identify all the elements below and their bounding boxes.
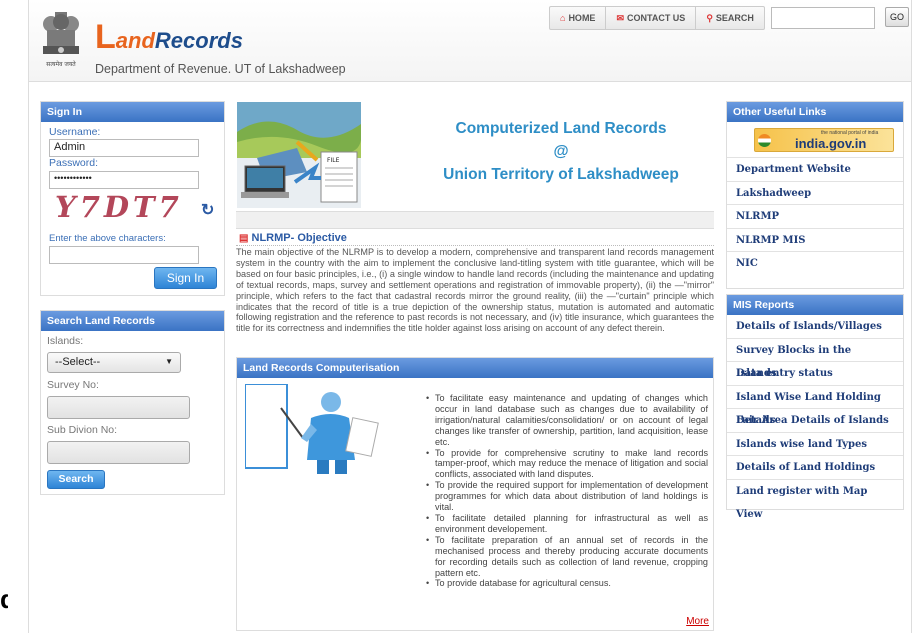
list-item: To facilitate preparation of an annual s… [426,535,708,579]
list-item: To provide database for agricultural cen… [426,578,708,589]
search-icon: ⚲ [706,12,713,23]
divider-bar [236,211,714,229]
link-department-website[interactable]: Department Website [727,158,903,182]
username-field[interactable]: Admin [49,139,199,157]
list-item: To facilitate easy maintenance and updat… [426,393,708,448]
banner-line-3: Union Territory of Lakshadweep [443,166,679,183]
nav-contact-us[interactable]: ✉ CONTACT US [606,7,697,29]
nav-home[interactable]: ⌂ HOME [550,7,607,29]
sign-in-panel: Sign In Username: Admin Password: ••••••… [40,101,225,296]
computerisation-panel: Land Records Computerisation To facilita… [236,357,714,631]
password-label: Password: [49,157,99,169]
mis-fair-area-details[interactable]: Fair Area Details of Islands [727,409,903,433]
department-name: Department of Revenue. UT of Lakshadweep [95,62,346,76]
banner-title: Computerized Land Records @ Union Territ… [411,117,711,186]
mis-data-entry-status[interactable]: Data entry status [727,362,903,386]
survey-no-field[interactable] [47,396,190,419]
flag-icon [758,134,771,147]
islands-select[interactable]: --Select-- ▼ [47,352,181,373]
mis-details-of-islands[interactable]: Details of Islands/Villages [727,315,903,339]
link-lakshadweep[interactable]: Lakshadweep [727,182,903,205]
useful-links-panel: Other Useful Links the national portal o… [726,101,904,289]
home-icon: ⌂ [560,13,566,23]
mail-icon: ✉ [616,12,624,23]
india-portal-banner[interactable]: the national portal of india india.gov.i… [727,122,903,158]
useful-links-title: Other Useful Links [727,102,903,122]
go-button[interactable]: GO [885,7,909,27]
header: सत्यमेव जयते LandRecords Department of R… [29,0,911,82]
mis-details-of-land-holdings[interactable]: Details of Land Holdings [727,456,903,480]
captcha-prompt: Enter the above characters: [49,233,166,244]
captcha-image: Y7DT7 [55,190,183,224]
search-records-panel: Search Land Records Islands: --Select-- … [40,310,225,495]
computerisation-list: To facilitate easy maintenance and updat… [426,393,708,589]
sign-in-button[interactable]: Sign In [154,267,217,289]
page: सत्यमेव जयते LandRecords Department of R… [28,0,912,633]
link-nlrmp-mis[interactable]: NLRMP MIS [727,229,903,252]
banner: FILE Computerized Land Records @ Union T… [236,101,714,213]
illustration-file-label: FILE [327,157,340,164]
mis-reports-panel: MIS Reports Details of Islands/Villages … [726,294,904,521]
sub-division-field[interactable] [47,441,190,464]
list-item: To provide for comprehensive scrutiny to… [426,448,708,481]
more-link[interactable]: More [686,616,709,627]
search-button[interactable]: Search [47,470,105,489]
emblem-caption: सत्यमेव जयते [46,60,76,68]
list-item: To facilitate detailed planning for infr… [426,513,708,535]
mis-survey-blocks[interactable]: Survey Blocks in the Islands [727,339,903,379]
sign-in-title: Sign In [41,102,224,122]
password-field[interactable]: •••••••••••• [49,171,199,189]
nav-search[interactable]: ⚲ SEARCH [696,7,764,29]
link-nlrmp[interactable]: NLRMP [727,205,903,229]
objective-title: ▤ NLRMP- Objective [239,232,347,244]
mis-land-types[interactable]: Islands wise land Types [727,433,903,456]
islands-label: Islands: [47,335,84,347]
header-search-input[interactable] [771,7,875,29]
chevron-down-icon: ▼ [165,357,173,366]
mis-land-holding-details[interactable]: Island Wise Land Holding Details [727,386,903,426]
search-records-title: Search Land Records [41,311,224,331]
captcha-field[interactable] [49,246,199,264]
site-logo[interactable]: LandRecords [95,18,243,57]
top-nav: ⌂ HOME ✉ CONTACT US ⚲ SEARCH [549,6,765,30]
land-records-illustration: FILE [237,102,361,208]
username-label: Username: [49,126,101,138]
banner-line-2: @ [553,143,569,160]
emblem-icon: सत्यमेव जयते [43,12,79,68]
sub-division-label: Sub Divion No: [47,424,118,436]
refresh-captcha-icon[interactable]: ↻ [201,200,214,220]
stray-glyph: d [0,584,8,614]
computerisation-title: Land Records Computerisation [237,358,713,378]
mis-reports-title: MIS Reports [727,295,903,315]
mis-land-register-map-view[interactable]: Land register with Map View [727,480,903,521]
link-nic[interactable]: NIC [727,252,903,276]
list-item: To provide the required support for impl… [426,480,708,513]
banner-line-1: Computerized Land Records [455,120,667,137]
document-icon: ▤ [239,233,249,244]
survey-label: Survey No: [47,379,99,391]
objective-text: The main objective of the NLRMP is to de… [236,245,714,334]
presenter-illustration [245,384,379,474]
